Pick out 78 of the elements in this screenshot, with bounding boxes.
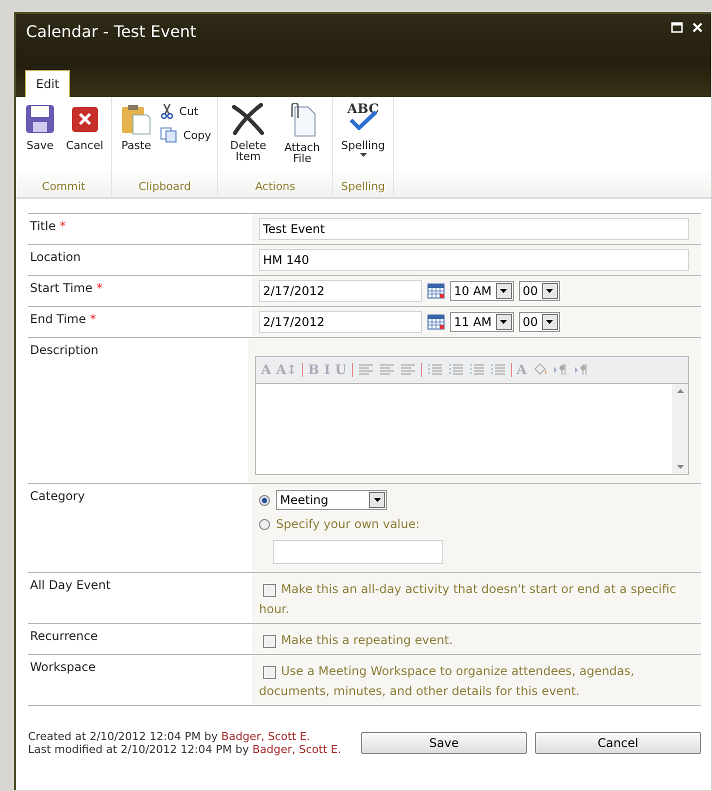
required-mark: *	[90, 312, 96, 326]
dropdown-arrow-icon	[500, 320, 508, 324]
text-field[interactable]: HM 140	[259, 249, 689, 271]
date-field[interactable]: 2/17/2012	[259, 311, 422, 333]
list-icon[interactable]	[490, 364, 506, 376]
close-icon[interactable]	[692, 22, 703, 33]
window-title: Calendar - Test Event	[26, 22, 196, 41]
field-label: Start Time	[30, 281, 92, 295]
audit-line: Created at 2/10/2012 12:04 PM by Badger, Scott E.	[28, 730, 312, 743]
scroll-down-icon[interactable]	[676, 465, 684, 469]
checkbox-description: Make this a repeating event.	[259, 633, 453, 647]
checkbox[interactable]	[263, 666, 276, 679]
user-link[interactable]: Badger, Scott E.	[252, 743, 342, 756]
calendar-icon[interactable]	[427, 314, 445, 330]
scrollbar[interactable]	[672, 384, 688, 474]
field-label: All Day Event	[30, 578, 111, 592]
group-label: Clipboard	[138, 180, 191, 193]
copy-icon	[160, 127, 178, 143]
user-link[interactable]: Badger, Scott E.	[221, 730, 310, 743]
align-icon[interactable]	[400, 364, 416, 376]
align-icon[interactable]	[378, 364, 395, 376]
dropdown-arrow-icon	[546, 289, 554, 293]
paragraph-icon[interactable]	[552, 364, 569, 376]
category-select[interactable]: Meeting	[276, 490, 387, 510]
paragraph-icon[interactable]	[574, 364, 590, 376]
field-label: Recurrence	[30, 629, 98, 643]
scissors-icon	[160, 103, 174, 119]
cancel-button[interactable]: Cancel	[62, 101, 108, 153]
attach-button[interactable]: Attach File	[276, 101, 328, 166]
field-label: Description	[30, 343, 98, 357]
field-label: Category	[30, 489, 85, 503]
audit-line: Last modified at 2/10/2012 12:04 PM by Badger, Scott E.	[28, 743, 342, 756]
maximize-icon[interactable]	[671, 22, 683, 33]
spelling-button[interactable]: ABC Spelling	[337, 101, 390, 159]
minute-select[interactable]: 00	[518, 281, 560, 301]
delete-button[interactable]: Delete Item	[222, 101, 274, 164]
group-label: Spelling	[341, 180, 386, 193]
dropdown-arrow-icon	[500, 289, 508, 293]
list-icon[interactable]	[468, 364, 485, 376]
clipboard-icon	[120, 103, 152, 135]
checkbox[interactable]	[263, 584, 276, 597]
dropdown-arrow-icon	[374, 498, 380, 502]
required-mark: *	[60, 219, 66, 233]
field-label: End Time	[30, 312, 86, 326]
checkbox-description: Make this an all-day activity that doesn't start or end at a specific hour.	[259, 582, 676, 616]
required-mark: *	[96, 281, 102, 295]
copy-button[interactable]: Copy	[158, 125, 214, 145]
scroll-up-icon[interactable]	[676, 389, 684, 393]
field-label: Workspace	[30, 660, 96, 674]
calendar-icon[interactable]	[427, 283, 445, 299]
cut-button[interactable]: Cut	[158, 101, 214, 121]
hour-select[interactable]: 10 AM	[450, 281, 514, 301]
list-icon[interactable]	[426, 364, 443, 376]
description-field[interactable]	[256, 384, 688, 474]
x-mark-icon	[231, 103, 266, 135]
date-field[interactable]: 2/17/2012	[259, 280, 422, 302]
radio-button[interactable]	[259, 494, 270, 506]
save-button[interactable]: Save	[20, 101, 60, 153]
radio-button[interactable]	[259, 518, 270, 530]
align-icon[interactable]	[358, 364, 374, 376]
form-button[interactable]: Save	[361, 732, 527, 754]
hour-select[interactable]: 11 AM	[450, 312, 514, 332]
field-label: Title	[30, 219, 56, 233]
paint-bucket-icon[interactable]	[532, 363, 548, 377]
text-field[interactable]: Test Event	[259, 218, 689, 240]
group-label: Actions	[255, 180, 296, 193]
paste-button[interactable]: Paste	[116, 101, 156, 153]
custom-value-field[interactable]	[273, 540, 443, 564]
ribbon-tab[interactable]: Edit	[25, 70, 70, 97]
group-label: Commit	[42, 180, 86, 193]
option-label: Specify your own value:	[276, 516, 420, 533]
list-icon[interactable]	[448, 364, 464, 376]
form-button[interactable]: Cancel	[535, 732, 701, 754]
dropdown-arrow-icon	[546, 320, 554, 324]
minute-select[interactable]: 00	[518, 312, 560, 332]
checkbox-description: Use a Meeting Workspace to organize attendees, agendas, documents, minutes, and other details for this event.	[259, 664, 634, 698]
checkbox[interactable]	[263, 634, 276, 648]
field-label: Location	[30, 250, 81, 264]
